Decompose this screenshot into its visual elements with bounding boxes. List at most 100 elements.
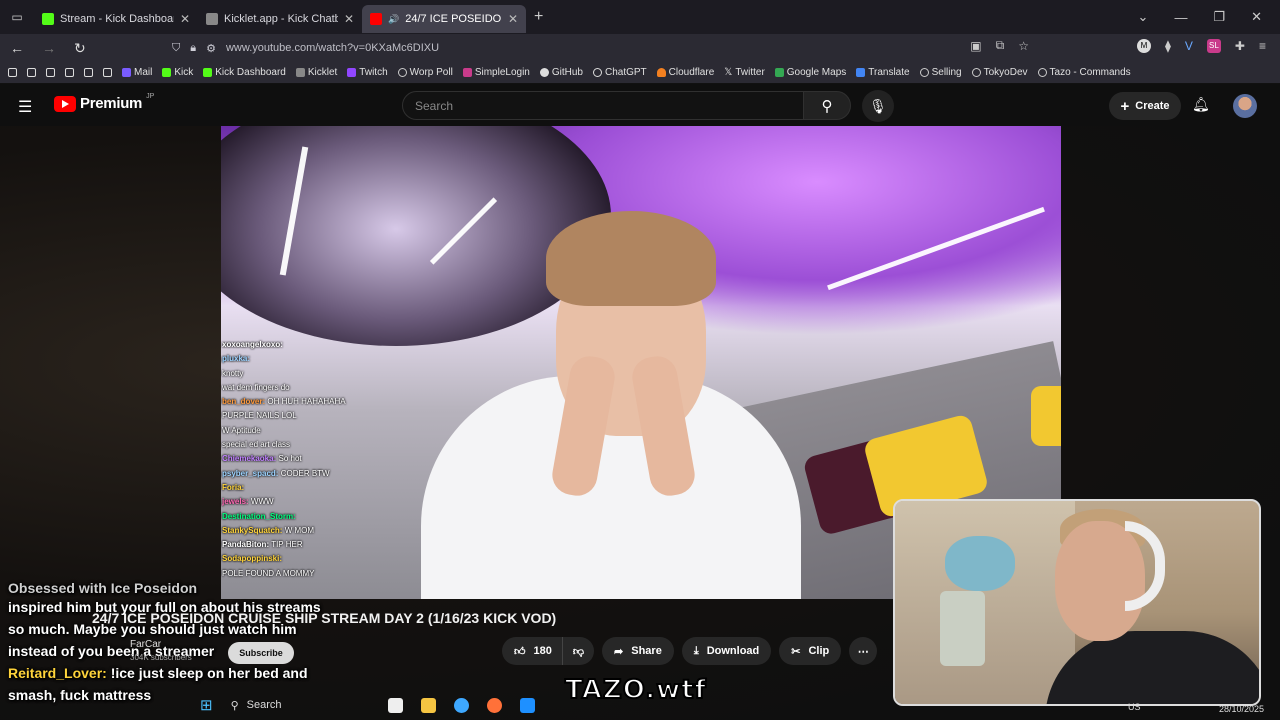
bookmark-folder[interactable] [103, 68, 112, 77]
bookmark-label: Translate [868, 67, 910, 78]
bookmark-chatgpt[interactable]: ChatGPT [592, 67, 647, 78]
bookmark-google-maps[interactable]: Google Maps [774, 67, 846, 78]
url-text[interactable]: www.youtube.com/watch?v=0KXaMc6DIXU [226, 42, 439, 54]
video-actions: 👍︎ 180 👎︎ ➦ Share ⤓ Download ✂ Clip ⋯ [502, 637, 878, 665]
vpn-icon[interactable]: V [1185, 39, 1193, 53]
more-actions-button[interactable]: ⋯ [849, 637, 878, 665]
chat-username: jewels: [222, 497, 249, 507]
minimize-icon[interactable]: — [1174, 10, 1187, 25]
new-tab-button[interactable]: + [534, 8, 543, 26]
bookmark-twitter[interactable]: 𝕏 Twitter [724, 67, 765, 78]
store-icon[interactable] [519, 697, 535, 713]
bookmark-translate[interactable]: Translate [856, 67, 910, 78]
share-button[interactable]: ➦ Share [602, 637, 674, 665]
tab-kicklet[interactable]: Kicklet.app - Kick Chatbot and C ✕ [198, 5, 362, 33]
bookmark-cloudflare[interactable]: Cloudflare [656, 67, 715, 78]
video-title: 24/7 ICE POSEIDON CRUISE SHIP STREAM DAY… [92, 610, 557, 626]
download-button[interactable]: ⤓ Download [681, 637, 772, 665]
dislike-button[interactable]: 👎︎ [561, 637, 595, 665]
close-tab-icon[interactable]: ✕ [344, 12, 354, 26]
bookmark-worp-poll[interactable]: Worp Poll [397, 67, 453, 78]
chat-message: knotty [222, 368, 244, 378]
chat-message: So hot [278, 454, 302, 464]
close-tab-icon[interactable]: ✕ [508, 12, 518, 26]
search-icon: ⚲ [821, 97, 833, 115]
notifications-bell-icon[interactable]: 🔔︎ [1192, 96, 1210, 113]
tab-list-icon[interactable]: ▭ [0, 10, 34, 24]
plus-icon: + [1120, 97, 1130, 115]
windows-start-icon[interactable]: ⊞ [200, 696, 213, 714]
bookmark-simplelogin[interactable]: SimpleLogin [462, 67, 530, 78]
lock-icon[interactable]: 🔒︎ [190, 42, 196, 55]
close-tab-icon[interactable]: ✕ [180, 12, 190, 26]
tab-kick-dashboard[interactable]: Stream - Kick Dashboard ✕ [34, 5, 198, 33]
taskbar-search-label: Search [246, 699, 282, 711]
shield-icon[interactable]: ⛉ [172, 42, 180, 55]
task-view-icon[interactable] [387, 697, 403, 713]
bookmark-mail[interactable]: Mail [122, 67, 152, 78]
clip-button[interactable]: ✂ Clip [779, 637, 842, 665]
chat-username: pluxka: [222, 354, 251, 364]
taskbar-search[interactable]: ⚲ Search [231, 699, 282, 712]
forward-icon[interactable]: → [42, 40, 56, 56]
headphones-icon [1125, 521, 1165, 611]
chat-username: Sodapoppinski: [222, 554, 282, 564]
bookmark-folder[interactable] [65, 68, 74, 77]
chat-username: Foria: [222, 482, 245, 492]
bookmark-github[interactable]: GitHub [539, 67, 583, 78]
file-explorer-icon[interactable] [420, 697, 436, 713]
like-button[interactable]: 👍︎ 180 [502, 637, 562, 665]
bookmark-folder[interactable] [27, 68, 36, 77]
bookmark-kick-dashboard[interactable]: Kick Dashboard [203, 67, 286, 78]
extension-m-badge[interactable]: M [1136, 38, 1151, 53]
bookmarks-bar: Mail Kick Kick Dashboard Kicklet Twitch … [0, 62, 1280, 84]
create-button[interactable]: + Create [1109, 92, 1181, 120]
chat-message: W Aptitude [222, 425, 261, 435]
tab-youtube-video[interactable]: 🔊 24/7 ICE POSEIDON CRUISE ✕ [362, 5, 526, 33]
taskbar-date[interactable]: 28/10/2025 [1219, 704, 1264, 714]
chat-username: StankySquatch: [222, 525, 283, 535]
bookmark-selling[interactable]: Selling [919, 67, 962, 78]
keyboard-language[interactable]: US [1128, 702, 1141, 712]
subscribe-button[interactable]: Subscribe [228, 642, 294, 664]
list-all-tabs-icon[interactable]: ⌄ [1138, 9, 1149, 25]
bookmark-label: Cloudflare [668, 67, 715, 78]
screenshot-icon[interactable]: ⧉ [996, 38, 1005, 53]
bookmark-tazo-commands[interactable]: Tazo - Commands [1037, 67, 1131, 78]
extensions-icon[interactable]: ⧫ [1165, 39, 1171, 53]
chat-username: ben_dover: [222, 397, 266, 407]
channel-name[interactable]: FarCar [130, 639, 161, 650]
speaker-icon[interactable]: 🔊 [388, 14, 399, 25]
bookmark-folder[interactable] [84, 68, 93, 77]
bookmark-kick[interactable]: Kick [162, 67, 193, 78]
back-icon[interactable]: ← [10, 40, 24, 56]
bookmark-folder[interactable] [8, 68, 17, 77]
like-count: 180 [533, 645, 552, 657]
voice-search-button[interactable]: 🎙︎ [862, 90, 894, 122]
bookmark-label: SimpleLogin [474, 67, 530, 78]
bookmark-star-icon[interactable]: ☆ [1018, 39, 1029, 53]
simplelogin-badge[interactable]: SL [1206, 38, 1221, 53]
close-window-icon[interactable]: ✕ [1251, 9, 1262, 25]
chat-username: psyber_spacd: [222, 468, 279, 478]
bookmark-tokyodev[interactable]: TokyoDev [971, 67, 1028, 78]
search-input[interactable]: Search [402, 91, 804, 120]
firefox-icon[interactable] [486, 697, 502, 713]
bookmark-label: Twitch [359, 67, 388, 78]
hamburger-menu-icon[interactable]: ☰ [18, 97, 32, 117]
bookmark-kicklet[interactable]: Kicklet [295, 67, 337, 78]
reload-icon[interactable]: ↻ [74, 40, 86, 57]
puzzle-icon[interactable]: ✚ [1235, 39, 1245, 53]
address-bar[interactable]: ⛉ 🔒︎ ⚙ www.youtube.com/watch?v=0KXaMc6DI… [172, 37, 1022, 59]
copilot-icon[interactable] [453, 697, 469, 713]
search-button[interactable]: ⚲ [803, 91, 851, 120]
bookmark-twitch[interactable]: Twitch [347, 67, 388, 78]
permissions-icon[interactable]: ⚙ [206, 42, 216, 55]
picture-in-picture-icon[interactable]: ▣ [970, 39, 981, 53]
stream-chat-line: W Aptitude [222, 424, 422, 438]
avatar[interactable] [1233, 94, 1257, 118]
bookmark-folder[interactable] [46, 68, 55, 77]
youtube-logo[interactable]: Premium JP [54, 93, 154, 112]
menu-icon[interactable]: ≡ [1259, 39, 1266, 53]
restore-icon[interactable]: ❐ [1213, 9, 1225, 25]
